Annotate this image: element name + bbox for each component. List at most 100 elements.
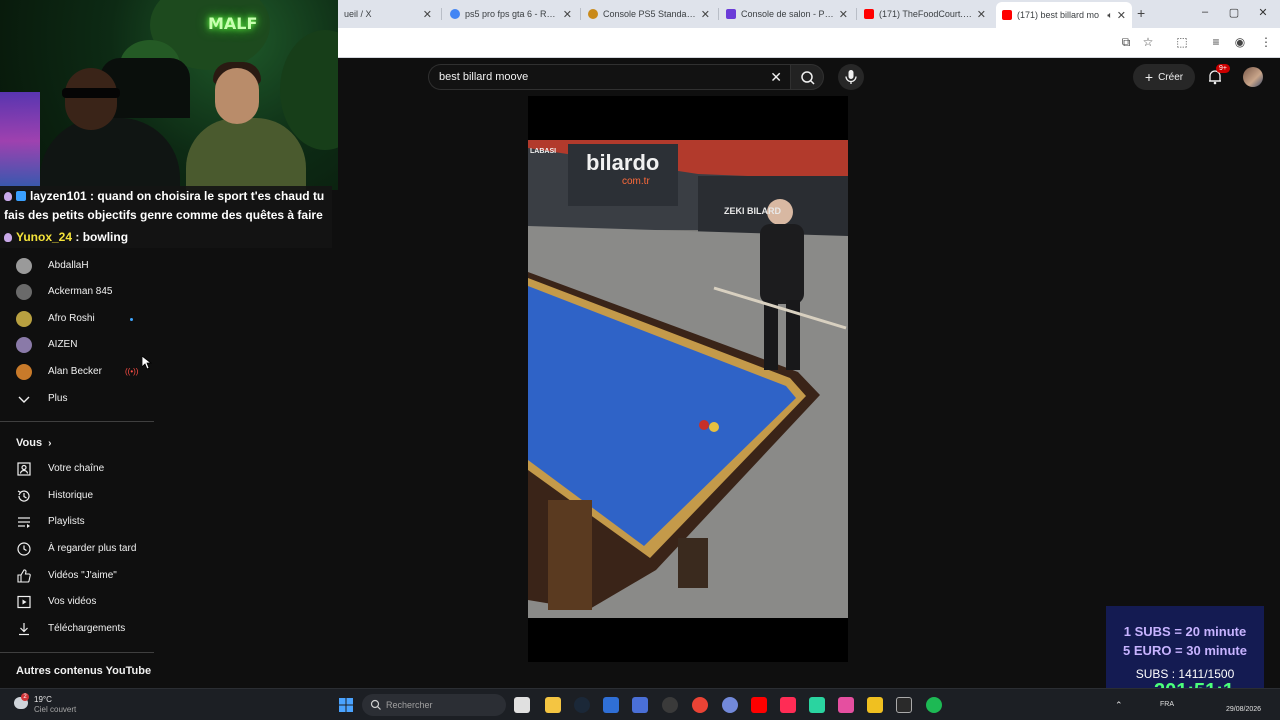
windows-start-icon[interactable] [338,697,354,713]
mouse-cursor-icon [142,356,152,370]
chat-text: : bowling [72,230,129,244]
file-explorer-icon[interactable] [545,697,561,713]
section-you[interactable]: Vous › [16,437,51,449]
browser-tab[interactable]: Console de salon - PlaySt ✕ [720,4,854,24]
account-avatar[interactable] [1243,67,1263,87]
subs-counter: SUBS : 1411/1500 [1135,667,1235,681]
sidebar-item-more[interactable]: Plus [0,386,160,412]
sidebar-item-watch-later[interactable]: À regarder plus tard [0,536,160,562]
drop-badge-icon [4,192,12,201]
task-view-icon[interactable] [514,697,530,713]
media-controls-icon[interactable]: ≡ [1209,35,1223,49]
sidebar-item-your-videos[interactable]: Vos vidéos [0,589,160,615]
sidebar-item-subscription[interactable]: Ackerman 845 [0,279,160,305]
search-box[interactable]: best billard moove ✕ [428,64,790,90]
subathon-rule-euro: 5 EURO = 30 minute [1123,643,1247,658]
clock-date[interactable]: 29/08/2026 [1226,706,1261,713]
search-input[interactable]: best billard moove [439,71,528,83]
sidebar-item-playlists[interactable]: Playlists [0,509,160,535]
close-tab-icon[interactable]: ✕ [563,8,572,21]
sidebar-item-label: AIZEN [48,339,78,350]
browser-tab-active[interactable]: (171) best billard mo 🔈︎ ✕ [996,2,1132,28]
stream-chat-overlay: layzen101 : quand on choisira le sport t… [0,186,332,248]
search-icon [370,699,381,710]
close-tab-icon[interactable]: ✕ [1117,9,1126,22]
close-window-button[interactable]: ✕ [1256,6,1270,19]
youtube-icon[interactable] [751,697,767,713]
shorts-video-player[interactable]: bilardo com.tr LABASI ZEKI BILARD [528,96,848,662]
create-button[interactable]: + Créer [1133,64,1195,90]
weather-widget[interactable]: 19°C Ciel couvert [34,695,76,715]
bookmark-star-icon[interactable]: ☆ [1141,35,1155,49]
close-tab-icon[interactable]: ✕ [423,8,432,21]
browser-tab[interactable]: (171) TheFoodCourt. - Yo ✕ [858,4,992,24]
clear-search-icon[interactable]: ✕ [770,69,782,86]
sidebar-item-label: Ackerman 845 [48,286,113,297]
chat-message: layzen101 : quand on choisira le sport t… [4,187,330,225]
store-icon[interactable] [603,697,619,713]
search-button[interactable] [790,64,824,90]
epic-games-icon[interactable] [896,697,912,713]
app-icon[interactable] [838,697,854,713]
sidebar-item-subscription[interactable]: AbdallaH [0,253,160,279]
your-videos-icon [17,595,31,609]
drop-badge-icon [4,233,12,242]
playstation-icon [726,9,736,19]
extensions-icon[interactable]: ⬚ [1175,35,1189,49]
browser-tab[interactable]: Console PS5 Standard ch ✕ [582,4,716,24]
audio-icon[interactable]: 🔈︎ [1107,10,1112,21]
voice-search-button[interactable] [838,64,864,90]
microphone-icon [845,70,857,84]
channel-avatar [16,311,32,327]
screen: ueil / X ✕ ps5 pro fps gta 6 - Reche ✕ C… [0,0,1280,720]
sidebar-item-your-channel[interactable]: Votre chaîne [0,456,160,482]
close-tab-icon[interactable]: ✕ [839,8,848,21]
create-label: Créer [1158,71,1184,83]
sidebar-item-downloads[interactable]: Téléchargements [0,616,160,642]
banner-left: LABASI [530,148,557,155]
close-tab-icon[interactable]: ✕ [977,8,986,21]
subscriber-badge-icon [16,191,26,201]
close-tab-icon[interactable]: ✕ [701,8,710,21]
guest-head [215,68,259,124]
sidebar-item-liked-videos[interactable]: Vidéos "J'aime" [0,563,160,589]
download-icon [19,623,29,636]
app-icon[interactable] [867,697,883,713]
app-icon[interactable] [632,697,648,713]
sidebar-item-subscription[interactable]: AIZEN [0,332,160,358]
install-app-icon[interactable]: ⧉ [1119,35,1133,49]
tab-title: Console PS5 Standard ch [603,9,697,19]
plus-icon: + [1144,69,1154,85]
sidebar-item-subscription[interactable]: Afro Roshi [0,306,160,332]
browser-tab[interactable]: ueil / X ✕ [338,4,438,24]
new-tab-button[interactable]: + [1137,5,1145,21]
pc-case [0,92,40,190]
guest-body [186,118,306,190]
tiktok-icon[interactable] [780,697,796,713]
maximize-button[interactable]: ▢ [1227,6,1241,19]
menu-icon[interactable]: ⋮ [1259,35,1273,49]
chat-username: layzen101 [30,189,87,203]
chat-message: Yunox_24 : bowling [4,228,128,247]
subathon-rule-subs: 1 SUBS = 20 minute [1123,624,1247,639]
browser-tab[interactable]: ps5 pro fps gta 6 - Reche ✕ [444,4,578,24]
sidebar-item-history[interactable]: Historique [0,483,160,509]
audio-app-icon[interactable] [809,697,825,713]
discord-icon[interactable] [722,697,738,713]
profile-icon[interactable]: ◉ [1233,35,1247,49]
taskbar-search[interactable]: Rechercher [362,694,506,716]
channel-avatar [16,364,32,380]
live-icon: ((•)) [125,367,139,376]
language-indicator[interactable]: FRA [1160,701,1174,708]
sidebar-item-subscription[interactable]: Alan Becker ((•)) [0,359,160,385]
streamer-webcam: MALF [0,0,338,190]
chat-username: Yunox_24 [16,230,73,244]
steam-icon[interactable] [574,697,590,713]
spotify-icon[interactable] [926,697,942,713]
tray-chevron-icon[interactable]: ⌃ [1115,700,1123,711]
streamer-body [40,118,180,190]
minimize-button[interactable]: – [1198,6,1212,18]
chrome-icon[interactable] [692,697,708,713]
sunglasses [62,88,120,98]
obs-icon[interactable] [662,697,678,713]
